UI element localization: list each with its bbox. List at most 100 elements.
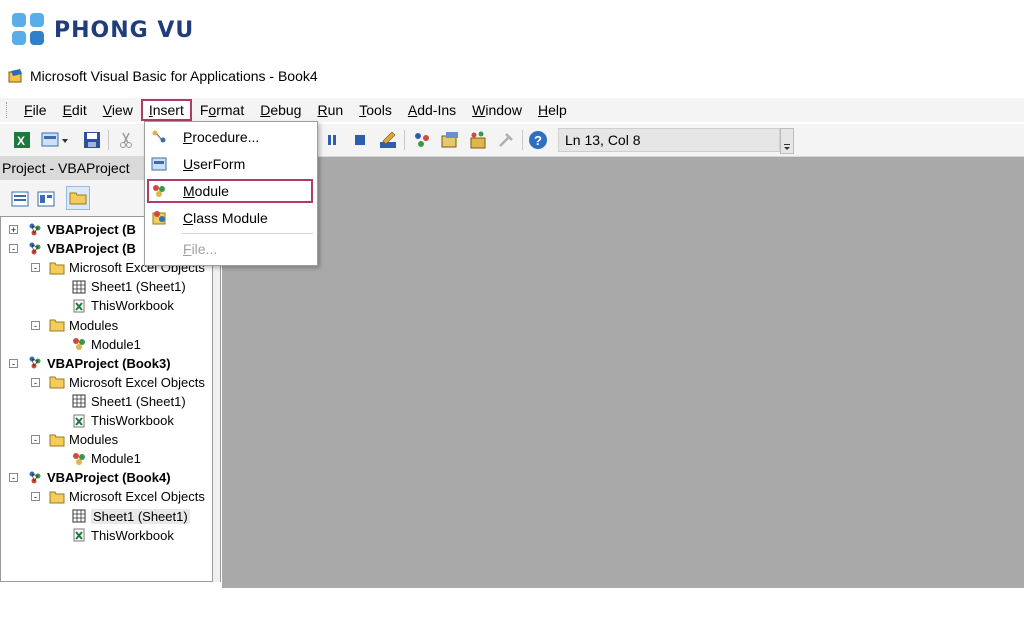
toolbar-separator xyxy=(404,130,405,150)
procedure-icon xyxy=(152,130,166,143)
tree-node[interactable]: VBAProject (Book4) xyxy=(27,468,171,487)
module-icon xyxy=(153,185,165,197)
vbaproject-icon xyxy=(27,470,47,486)
menubar-grip xyxy=(6,102,10,118)
menu-view[interactable]: View xyxy=(95,99,141,121)
insert-procedure-item[interactable]: Procedure... xyxy=(147,125,313,149)
menu-file[interactable]: File xyxy=(16,99,55,121)
tree-node-label: VBAProject (Book4) xyxy=(47,470,171,486)
cursor-position-readout: Ln 13, Col 8 xyxy=(558,128,780,152)
view-code-icon[interactable] xyxy=(10,189,30,209)
class-module-icon xyxy=(152,211,166,225)
tree-node-label: Sheet1 (Sheet1) xyxy=(91,508,190,524)
toggle-folders-button[interactable] xyxy=(66,186,90,210)
window-titlebar: Microsoft Visual Basic for Applications … xyxy=(8,66,318,86)
tree-node-label: VBAProject (B xyxy=(47,222,136,237)
menu-edit[interactable]: Edit xyxy=(55,99,95,121)
folder-icon xyxy=(49,260,69,276)
toolbar-options-button[interactable] xyxy=(780,128,794,154)
tree-node-label: Microsoft Excel Objects xyxy=(69,374,205,390)
project-tree[interactable]: + VBAProject (B - VBAProject (B - Microsoft E… xyxy=(0,216,213,582)
insert-menu-dropdown: Procedure... UserForm Module Class Modul… xyxy=(144,121,318,266)
insert-userform-icon[interactable] xyxy=(40,130,70,150)
tree-expander[interactable]: - xyxy=(31,492,40,502)
project-explorer-icon[interactable] xyxy=(412,130,432,150)
tree-node[interactable]: ThisWorkbook xyxy=(71,296,174,315)
menu-run[interactable]: Run xyxy=(309,99,351,121)
insert-module-item[interactable]: Module xyxy=(147,179,313,203)
sheet-icon xyxy=(71,508,91,524)
tree-node-label: VBAProject (Book3) xyxy=(47,355,171,371)
tree-node-label: Modules xyxy=(69,432,119,448)
tree-node-label: Sheet1 (Sheet1) xyxy=(91,279,186,295)
userform-icon xyxy=(151,157,167,171)
code-window-area[interactable] xyxy=(222,157,1024,588)
tree-node[interactable]: Modules xyxy=(49,316,118,335)
properties-window-icon[interactable] xyxy=(440,130,460,150)
logo-mark-icon xyxy=(12,13,46,47)
tree-node-label: VBAProject (B xyxy=(47,241,136,257)
menu-separator xyxy=(181,233,313,234)
tree-node-label: Module1 xyxy=(91,451,141,467)
menu-help[interactable]: Help xyxy=(530,99,575,121)
object-browser-icon[interactable] xyxy=(468,130,488,150)
tree-node[interactable]: Microsoft Excel Objects xyxy=(49,373,205,392)
tree-expander[interactable]: - xyxy=(9,473,18,483)
toolbox-icon[interactable] xyxy=(496,130,516,150)
folder-icon xyxy=(69,192,87,205)
menu-debug[interactable]: Debug xyxy=(252,99,309,121)
menu-window[interactable]: Window xyxy=(464,99,530,121)
tree-node[interactable]: Modules xyxy=(49,430,118,449)
tree-node-label: ThisWorkbook xyxy=(91,298,174,314)
tree-node[interactable]: VBAProject (B xyxy=(27,220,136,239)
window-title: Microsoft Visual Basic for Applications … xyxy=(30,68,318,84)
view-object-icon[interactable] xyxy=(36,189,56,209)
menu-format[interactable]: Format xyxy=(192,99,252,121)
save-icon[interactable] xyxy=(82,130,102,150)
insert-userform-item[interactable]: UserForm xyxy=(147,152,313,176)
tree-expander[interactable]: - xyxy=(31,320,40,330)
tree-node-label: Sheet1 (Sheet1) xyxy=(91,393,186,409)
menu-addins[interactable]: Add-Ins xyxy=(400,99,464,121)
vbaproject-icon xyxy=(27,241,47,257)
sheet-icon xyxy=(71,393,91,409)
tree-expander[interactable]: - xyxy=(31,263,40,273)
tree-node[interactable]: Sheet1 (Sheet1) xyxy=(71,507,190,526)
toolbar-separator xyxy=(522,130,523,150)
tree-expander[interactable]: - xyxy=(31,435,40,445)
help-icon[interactable]: ? xyxy=(528,130,548,150)
tree-node[interactable]: VBAProject (Book3) xyxy=(27,354,171,373)
tree-expander[interactable]: - xyxy=(31,377,40,387)
reset-icon[interactable] xyxy=(350,130,370,150)
tree-node-label: ThisWorkbook xyxy=(91,527,174,543)
tree-expander[interactable]: - xyxy=(9,244,18,254)
logo-text: PHONG VU xyxy=(54,17,195,43)
tree-node[interactable]: Sheet1 (Sheet1) xyxy=(71,277,186,296)
project-tree-scrollbar[interactable] xyxy=(213,216,221,582)
tree-node[interactable]: VBAProject (B xyxy=(27,239,136,258)
tree-node-label: Modules xyxy=(69,317,119,333)
break-icon[interactable] xyxy=(322,130,342,150)
insert-file-item[interactable]: File... xyxy=(147,237,313,261)
tree-node[interactable]: Module1 xyxy=(71,449,141,468)
insert-class-module-item[interactable]: Class Module xyxy=(147,206,313,230)
view-excel-icon[interactable]: X xyxy=(12,130,32,150)
folder-icon xyxy=(49,317,69,333)
menu-tools[interactable]: Tools xyxy=(351,99,400,121)
menu-bar: File Edit View Insert Format Debug Run T… xyxy=(0,98,1024,122)
cut-icon[interactable] xyxy=(116,130,136,150)
toolbar-separator xyxy=(108,130,109,150)
tree-node-label: Module1 xyxy=(91,336,141,352)
menu-insert[interactable]: Insert xyxy=(140,99,192,121)
tree-node[interactable]: Module1 xyxy=(71,335,141,354)
tree-node-label: ThisWorkbook xyxy=(91,413,174,428)
tree-expander[interactable]: + xyxy=(9,225,18,235)
tree-node[interactable]: Microsoft Excel Objects xyxy=(49,487,205,506)
tree-expander[interactable]: - xyxy=(9,358,18,368)
tree-node[interactable]: ThisWorkbook xyxy=(71,411,174,430)
vbaproject-icon xyxy=(27,355,47,371)
tree-node[interactable]: ThisWorkbook xyxy=(71,526,174,545)
svg-text:?: ? xyxy=(534,133,542,148)
design-mode-icon[interactable] xyxy=(378,130,398,150)
tree-node[interactable]: Sheet1 (Sheet1) xyxy=(71,392,186,411)
